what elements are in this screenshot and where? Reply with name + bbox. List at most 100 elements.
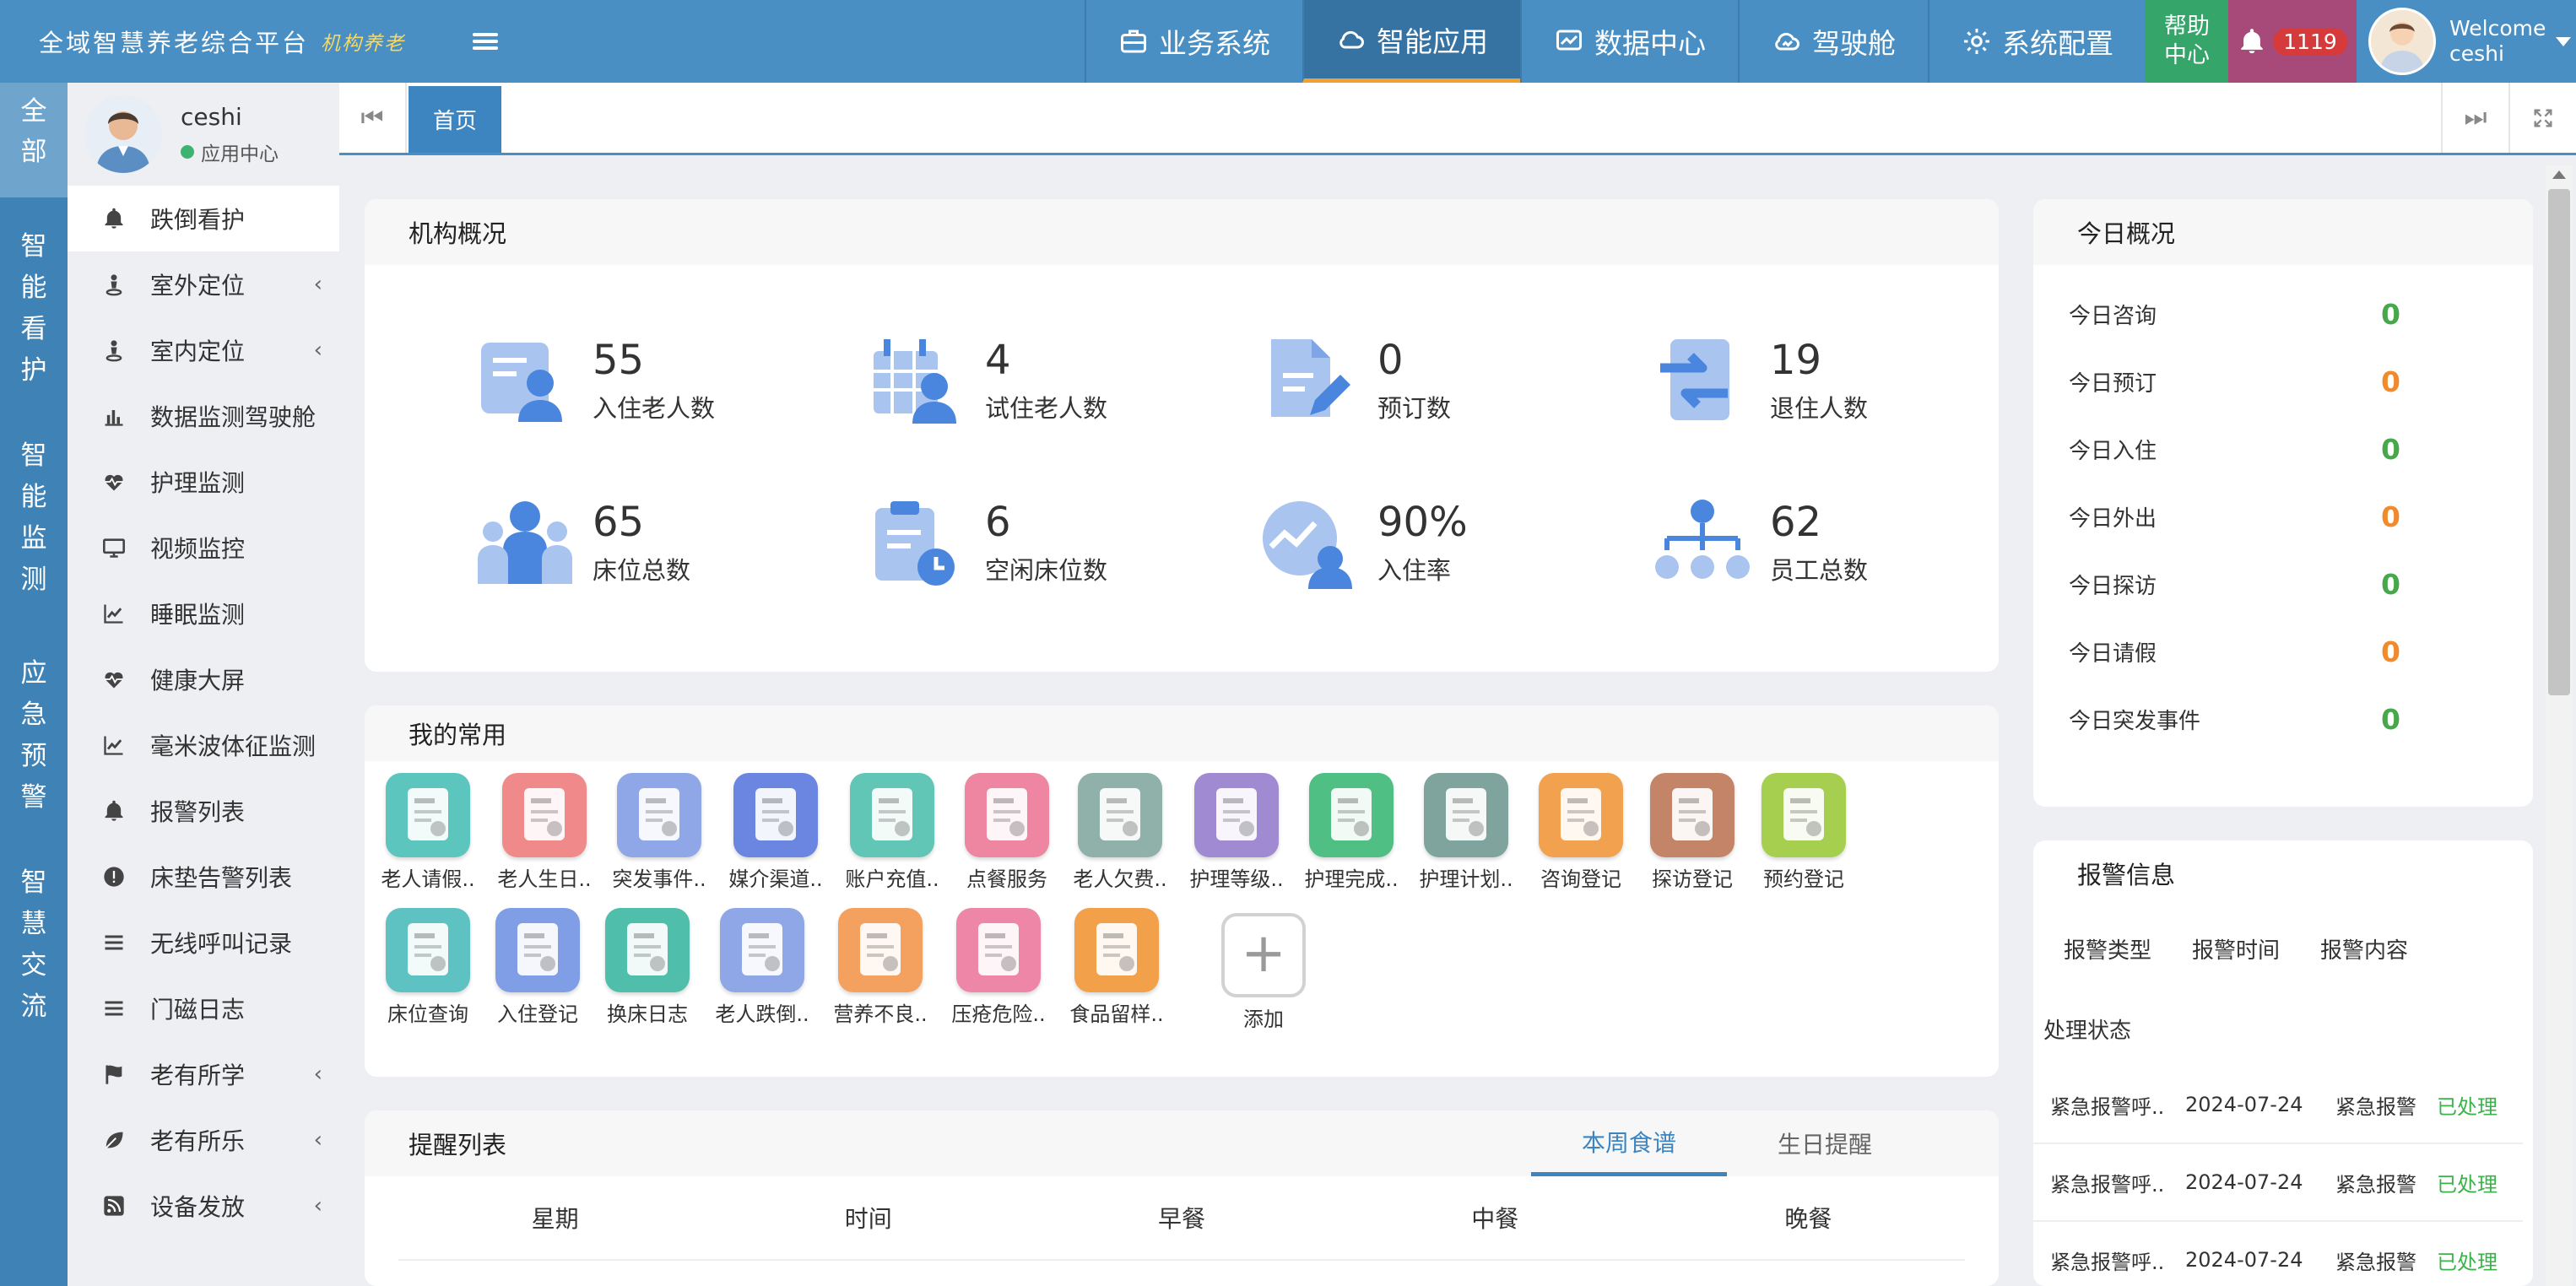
line-chart-icon bbox=[101, 732, 127, 758]
fav-label: 床位查询 bbox=[387, 1002, 468, 1026]
sidebar-item[interactable]: 老有所学 ‹ bbox=[68, 1041, 339, 1107]
favorite-shortcut[interactable]: 咨询登记 bbox=[1526, 773, 1636, 892]
alarm-status: 已处理 bbox=[2437, 1094, 2498, 1119]
favorite-shortcut[interactable]: 预约登记 bbox=[1749, 773, 1859, 892]
category-smart-communication[interactable]: 智慧交流 bbox=[0, 862, 68, 1028]
sidebar-item[interactable]: 护理监测 bbox=[68, 449, 339, 515]
favorite-shortcut[interactable]: 护理完成.. bbox=[1296, 773, 1406, 892]
column-header: 处理状态 bbox=[2043, 1018, 2132, 1044]
sidebar-item-label: 毫米波体征监测 bbox=[150, 732, 317, 760]
monitor-chart-icon bbox=[1556, 30, 1582, 51]
menu-toggle-button[interactable] bbox=[456, 0, 515, 83]
sidebar-item[interactable]: 报警列表 bbox=[68, 778, 339, 844]
category-smart-care[interactable]: 智能看护 bbox=[0, 226, 68, 392]
category-emergency-warning[interactable]: 应急预警 bbox=[0, 653, 68, 819]
favorite-shortcut[interactable]: 床位查询 bbox=[373, 908, 483, 1027]
overview-stat: 65 床位总数 bbox=[474, 488, 753, 597]
nav-cockpit[interactable]: 驾驶舱 bbox=[1738, 0, 1928, 83]
vertical-scrollbar[interactable] bbox=[2546, 165, 2573, 1286]
user-menu[interactable]: Welcome ceshi bbox=[2357, 0, 2576, 83]
rss-icon bbox=[101, 1193, 127, 1218]
help-center-button[interactable]: 帮助 中心 bbox=[2146, 0, 2228, 83]
overview-stat: 90% 入住率 bbox=[1259, 488, 1538, 597]
nurse-icon bbox=[1194, 773, 1279, 857]
favorite-shortcut[interactable]: 入住登记 bbox=[483, 908, 593, 1027]
favorite-shortcut[interactable]: 账户充值.. bbox=[837, 773, 947, 892]
online-status-dot bbox=[181, 144, 194, 159]
nav-business-system[interactable]: 业务系统 bbox=[1085, 0, 1302, 83]
nav-data-center[interactable]: 数据中心 bbox=[1520, 0, 1738, 83]
favorite-shortcut[interactable]: 探访登记 bbox=[1637, 773, 1747, 892]
sidebar-item[interactable]: 门磁日志 bbox=[68, 975, 339, 1041]
favorite-shortcut[interactable]: 点餐服务 bbox=[952, 773, 1062, 892]
alarm-row[interactable]: 紧急报警呼.. 2024-07-24 紧急报警 已处理 bbox=[2033, 1067, 2523, 1144]
category-all[interactable]: 全部 bbox=[0, 83, 68, 197]
sidebar-item[interactable]: 无线呼叫记录 bbox=[68, 910, 339, 975]
tab-birthday-reminder[interactable]: 生日提醒 bbox=[1727, 1110, 1923, 1176]
tab-weekly-menu[interactable]: 本周食谱 bbox=[1531, 1110, 1727, 1176]
tab-home[interactable]: 首页 bbox=[409, 86, 501, 153]
favorite-shortcut[interactable]: 老人生日.. bbox=[490, 773, 599, 892]
exchange-arrows-icon bbox=[1660, 339, 1729, 420]
alarm-row[interactable]: 紧急报警呼.. 2024-07-24 紧急报警 已处理 bbox=[2033, 1144, 2523, 1222]
nav-system-config[interactable]: 系统配置 bbox=[1928, 0, 2146, 83]
sidebar-item[interactable]: 数据监测驾驶舱 bbox=[68, 383, 339, 449]
fullscreen-button[interactable] bbox=[2508, 83, 2576, 153]
today-stat-label: 今日外出 bbox=[2069, 505, 2157, 532]
favorite-shortcut[interactable]: 老人请假.. bbox=[373, 773, 483, 892]
sidebar-item-label: 室外定位 bbox=[150, 272, 246, 300]
category-smart-monitoring[interactable]: 智能监测 bbox=[0, 435, 68, 601]
sidebar-item[interactable]: 毫米波体征监测 bbox=[68, 712, 339, 778]
nav-label: 驾驶舱 bbox=[1812, 27, 1896, 60]
add-favorite-button[interactable]: + 添加 bbox=[1209, 913, 1318, 1032]
resident-card-icon bbox=[481, 343, 562, 422]
today-stat-row: 今日突发事件 0 bbox=[2033, 685, 2533, 753]
heartbeat-icon bbox=[101, 667, 127, 692]
cloud-icon bbox=[1339, 30, 1364, 48]
my-favorites-card: 我的常用 老人请假.. 老人生日.. 突发事件.. 媒介渠道.. 账户充值.. 点餐服务老… bbox=[365, 705, 1999, 1077]
favorite-shortcut[interactable]: 护理计划.. bbox=[1411, 773, 1521, 892]
sidebar-item[interactable]: 健康大屏 bbox=[68, 646, 339, 712]
alarm-row[interactable]: 紧急报警呼.. 2024-07-24 紧急报警 已处理 bbox=[2033, 1222, 2523, 1286]
sidebar-item[interactable]: 室外定位 ‹ bbox=[68, 251, 339, 317]
sidebar-item[interactable]: 视频监控 bbox=[68, 515, 339, 581]
alarm-table-header: 报警类型 报警时间 报警内容 bbox=[2033, 906, 2533, 991]
reminder-tabs: 本周食谱 生日提醒 bbox=[1531, 1110, 1923, 1176]
favorite-shortcut[interactable]: 媒介渠道.. bbox=[721, 773, 831, 892]
sidebar-item[interactable]: 室内定位 ‹ bbox=[68, 317, 339, 383]
sidebar-item[interactable]: 床垫告警列表 bbox=[68, 844, 339, 910]
app-title: 全域智慧养老综合平台 bbox=[39, 29, 310, 57]
stat-value: 65 bbox=[593, 499, 645, 546]
sidebar: ceshi 应用中心 跌倒看护 室外定位 ‹ 室内定位 ‹ 数据监测驾驶舱 护理监测 视频监控… bbox=[68, 83, 339, 1286]
overview-stat: 62 员工总数 bbox=[1652, 488, 1930, 597]
alarm-info-card: 报警信息 报警类型 报警时间 报警内容 处理状态 紧急报警呼.. 2024-07-… bbox=[2033, 840, 2533, 1286]
birthday-cake-icon bbox=[502, 773, 587, 857]
favorite-shortcut[interactable]: 营养不良.. bbox=[825, 908, 935, 1027]
sidebar-item[interactable]: 睡眠监测 bbox=[68, 581, 339, 646]
username: ceshi bbox=[2449, 41, 2504, 66]
fav-label: 突发事件.. bbox=[612, 867, 706, 891]
scrollbar-thumb[interactable] bbox=[2548, 189, 2570, 695]
notifications-button[interactable]: 1119 bbox=[2228, 0, 2357, 83]
favorite-shortcut[interactable]: 老人欠费.. bbox=[1065, 773, 1175, 892]
tab-scroll-right-button[interactable]: ⏭ bbox=[2441, 83, 2508, 153]
nav-smart-apps[interactable]: 智能应用 bbox=[1302, 0, 1520, 83]
bed-swap-icon bbox=[605, 908, 690, 992]
stat-label: 入住老人数 bbox=[593, 394, 716, 423]
bell-icon bbox=[101, 206, 127, 231]
group-icon bbox=[478, 501, 572, 584]
favorite-shortcut[interactable]: 换床日志 bbox=[593, 908, 702, 1027]
favorite-shortcut[interactable]: 老人跌倒.. bbox=[707, 908, 817, 1027]
today-stat-label: 今日突发事件 bbox=[2069, 708, 2201, 734]
sidebar-item[interactable]: 老有所乐 ‹ bbox=[68, 1107, 339, 1173]
favorite-shortcut[interactable]: 护理等级.. bbox=[1182, 773, 1291, 892]
sidebar-item[interactable]: 设备发放 ‹ bbox=[68, 1173, 339, 1239]
favorite-shortcut[interactable]: 压疮危险.. bbox=[944, 908, 1053, 1027]
sidebar-item[interactable]: 跌倒看护 bbox=[68, 186, 339, 251]
notification-count-badge: 1119 bbox=[2273, 27, 2347, 56]
favorite-shortcut[interactable]: 突发事件.. bbox=[604, 773, 714, 892]
favorite-shortcut[interactable]: 食品留样.. bbox=[1062, 908, 1172, 1027]
stat-value: 55 bbox=[593, 337, 645, 384]
tab-scroll-left-button[interactable]: ⏮ bbox=[339, 83, 407, 153]
sidebar-item-label: 门磁日志 bbox=[150, 996, 246, 1024]
